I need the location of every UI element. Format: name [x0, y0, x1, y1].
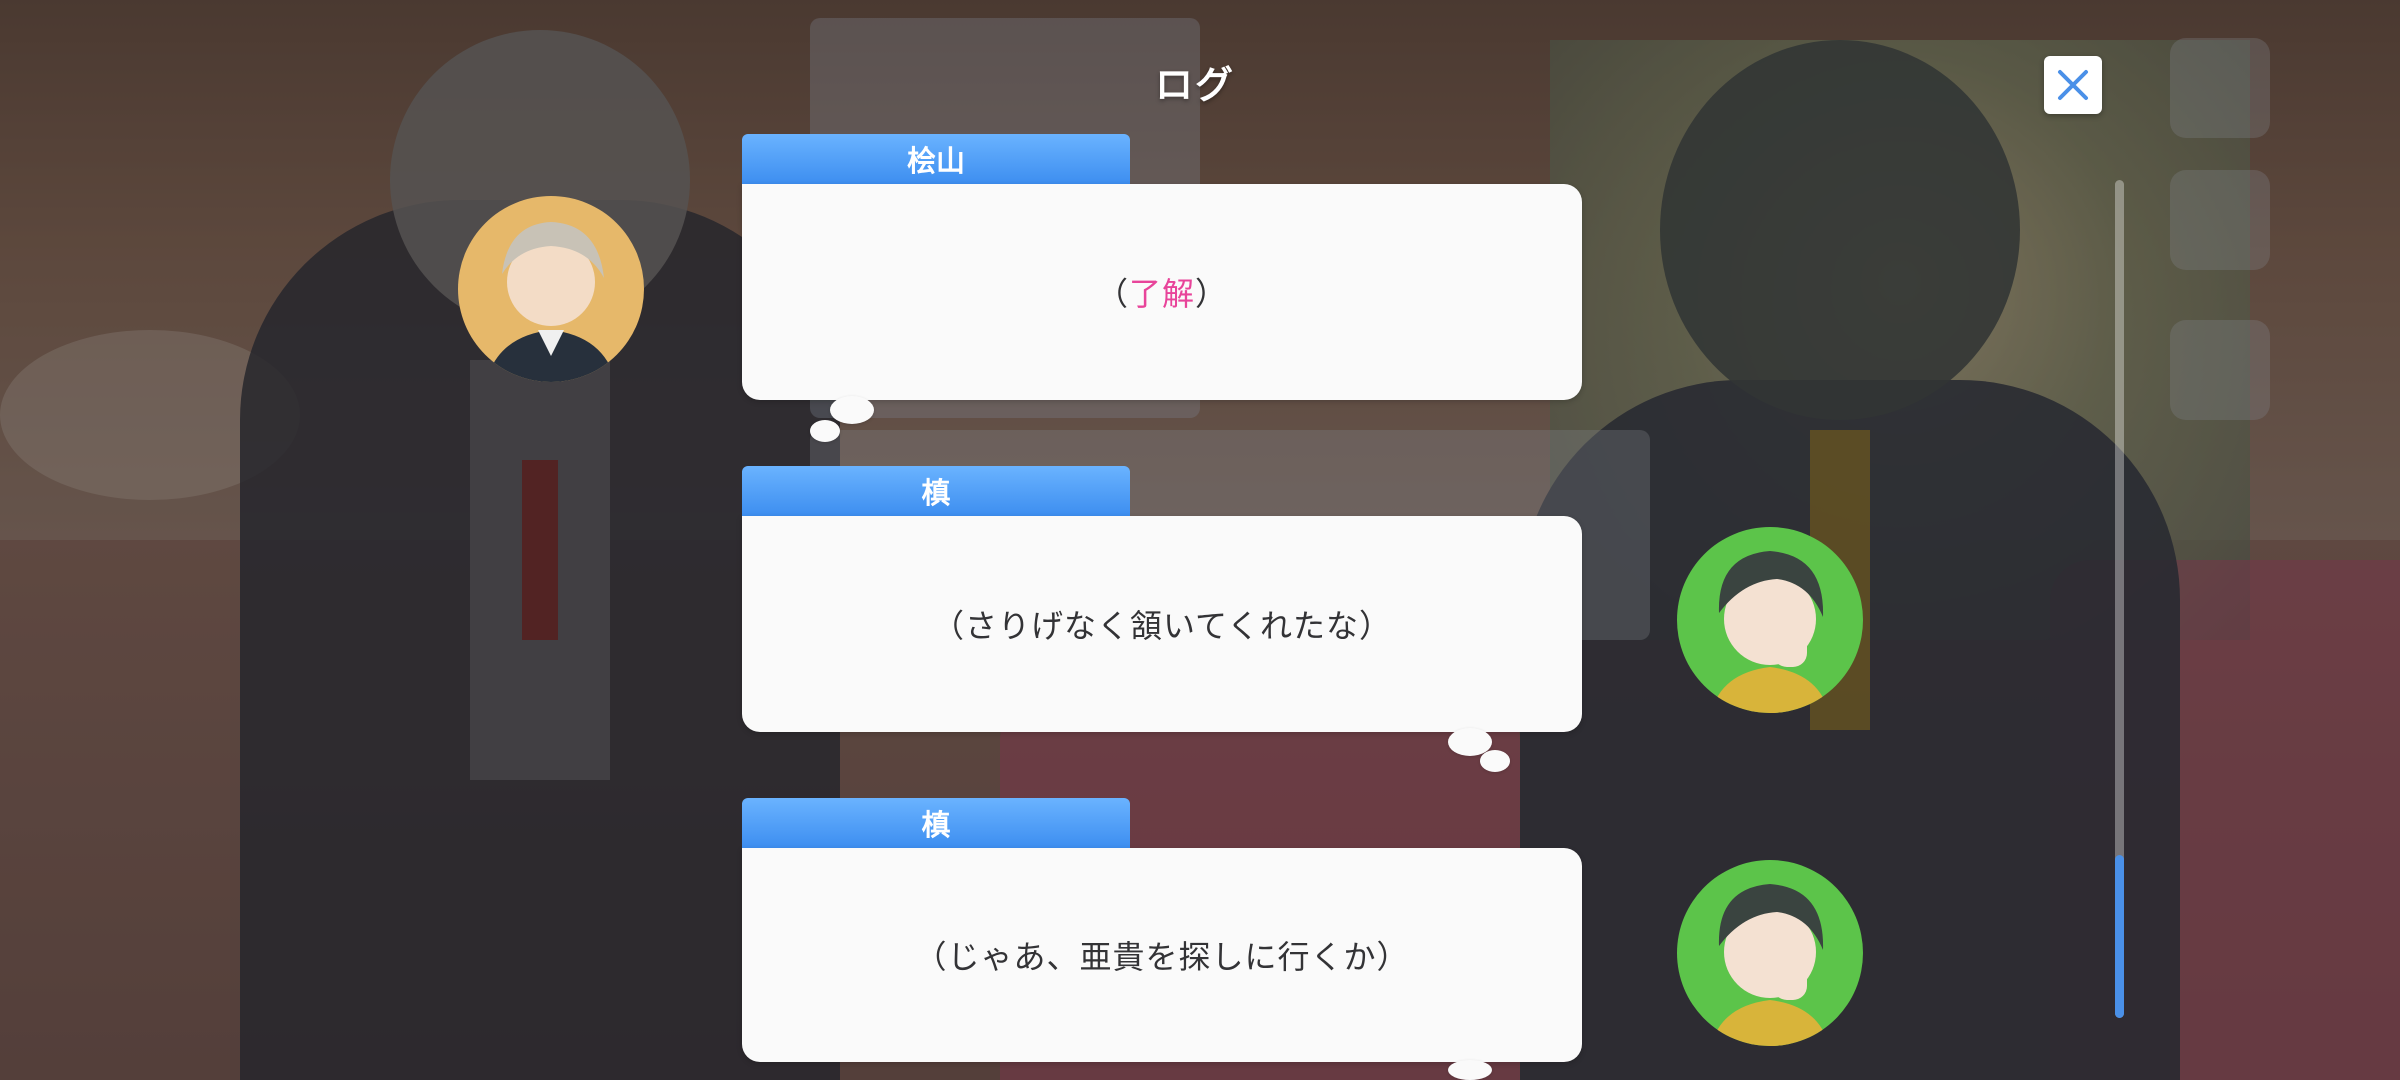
dialogue-bubble: （じゃあ、亜貴を探しに行くか）: [742, 848, 1582, 1062]
close-button[interactable]: [2044, 56, 2102, 114]
dialogue-text: （了解）: [1095, 275, 1229, 313]
avatar-portrait-icon: [1677, 860, 1863, 1046]
avatar-portrait-icon: [458, 196, 644, 382]
speaker-name-tab: 槙: [742, 466, 1130, 516]
speaker-avatar-maki[interactable]: [1677, 527, 1863, 713]
avatar-portrait-icon: [1677, 527, 1863, 713]
speaker-name-tab: 桧山: [742, 134, 1130, 184]
close-icon: [2058, 70, 2088, 100]
log-entry[interactable]: 槙 （じゃあ、亜貴を探しに行くか）: [742, 798, 1582, 1080]
speaker-avatar-maki[interactable]: [1677, 860, 1863, 1046]
scrollbar-thumb[interactable]: [2115, 855, 2124, 1018]
speaker-name-tab: 槙: [742, 798, 1130, 848]
log-entry[interactable]: 槙 （さりげなく頷いてくれたな）: [742, 466, 1582, 776]
log-entry[interactable]: 桧山 （了解）: [742, 134, 1582, 444]
dialogue-bubble: （了解）: [742, 184, 1582, 400]
speaker-avatar-hiyama[interactable]: [458, 196, 644, 382]
log-title: ログ: [1154, 63, 1235, 107]
dialogue-bubble: （さりげなく頷いてくれたな）: [742, 516, 1582, 732]
